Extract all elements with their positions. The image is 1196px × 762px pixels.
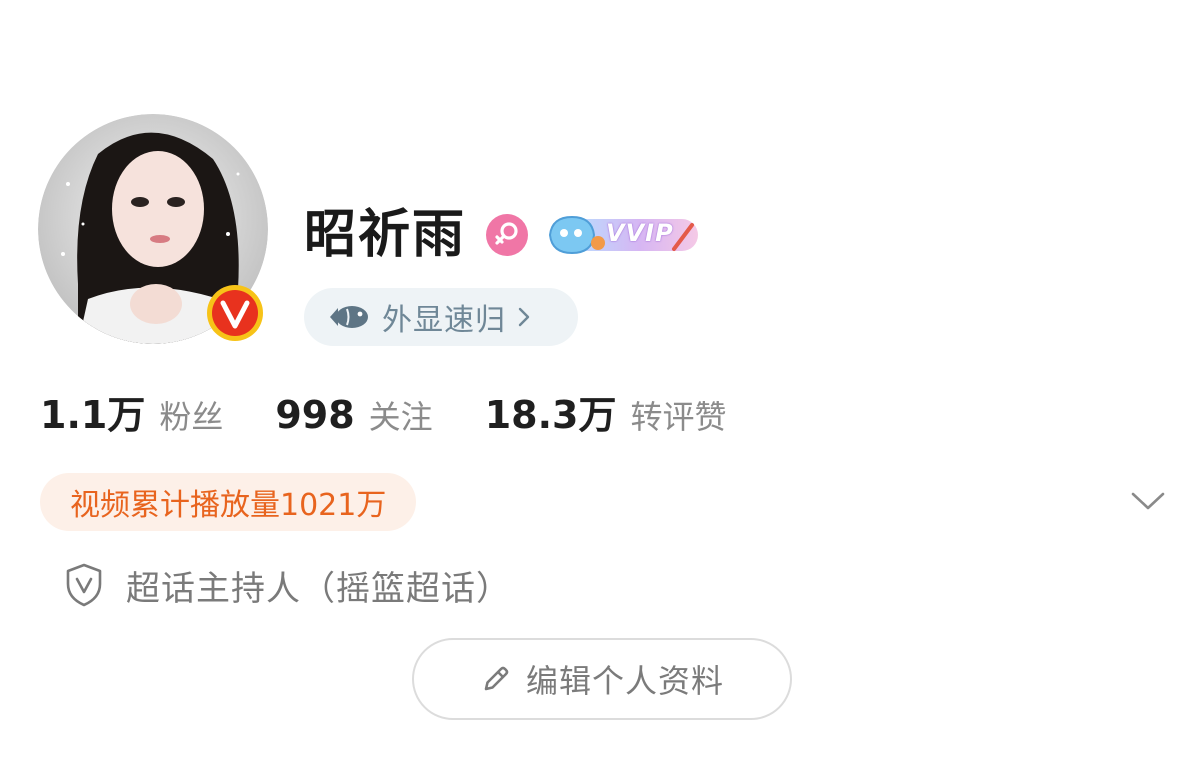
super-topic-host-text: 超话主持人（摇篮超话） bbox=[126, 568, 511, 609]
vip-badge[interactable]: VVIP bbox=[546, 211, 702, 259]
following-label: 关注 bbox=[368, 398, 433, 436]
super-topic-host-row[interactable]: 超话主持人（摇篮超话） bbox=[64, 560, 511, 610]
profile-header: 昭祈雨 VVIP 外显速归 1.1万 粉丝 998 关注 18.3万 转评赞 视… bbox=[0, 0, 1196, 762]
video-plays-badge[interactable]: 视频累计播放量1021万 bbox=[40, 473, 417, 531]
shield-v-icon bbox=[66, 563, 102, 607]
avatar-container[interactable] bbox=[38, 114, 268, 344]
pencil-icon bbox=[484, 666, 509, 691]
user-name: 昭祈雨 bbox=[304, 205, 467, 265]
interactions-count: 18.3万 bbox=[484, 393, 617, 437]
fish-label: 外显速归 bbox=[382, 303, 506, 338]
following-stat[interactable]: 998 关注 bbox=[275, 392, 432, 438]
verified-v-icon bbox=[207, 285, 263, 341]
followers-count: 1.1万 bbox=[40, 393, 146, 437]
chevron-right-icon bbox=[518, 307, 530, 327]
chevron-down-icon[interactable] bbox=[1130, 490, 1166, 512]
female-icon bbox=[486, 214, 529, 256]
video-plays-text: 视频累计播放量1021万 bbox=[70, 488, 387, 523]
fish-status-pill[interactable]: 外显速归 bbox=[304, 288, 578, 346]
followers-label: 粉丝 bbox=[159, 398, 224, 436]
interactions-stat[interactable]: 18.3万 转评赞 bbox=[485, 384, 727, 439]
vip-label: VVIP bbox=[606, 219, 674, 247]
following-count: 998 bbox=[275, 393, 355, 437]
edit-profile-label: 编辑个人资料 bbox=[525, 662, 724, 700]
edit-profile-button[interactable]: 编辑个人资料 bbox=[412, 638, 792, 720]
interactions-label: 转评赞 bbox=[630, 398, 727, 436]
stats-row: 1.1万 粉丝 998 关注 18.3万 转评赞 bbox=[40, 384, 726, 440]
fish-icon bbox=[330, 306, 368, 328]
name-row: 昭祈雨 VVIP bbox=[304, 200, 702, 270]
followers-stat[interactable]: 1.1万 粉丝 bbox=[40, 384, 223, 439]
